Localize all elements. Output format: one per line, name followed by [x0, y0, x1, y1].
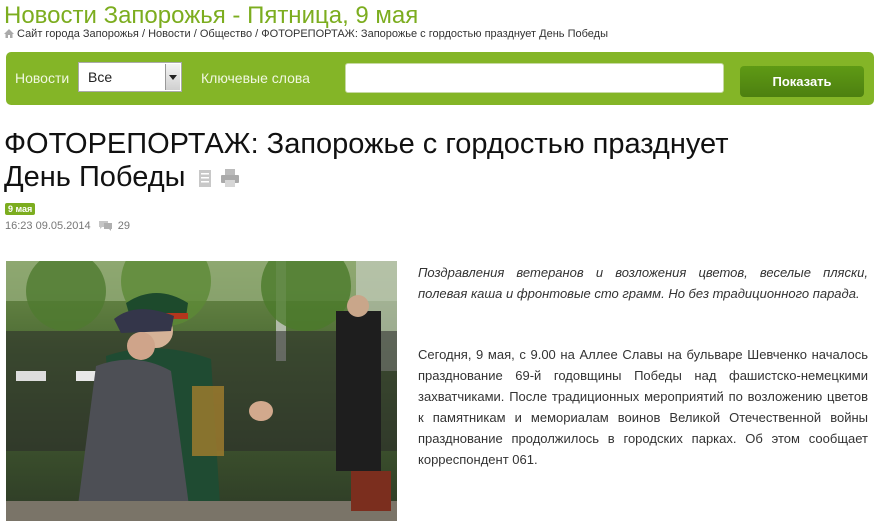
article-meta: 16:23 09.05.2014 29: [5, 220, 130, 232]
home-icon[interactable]: [4, 29, 14, 38]
comment-icon[interactable]: [98, 220, 113, 231]
article-title: ФОТОРЕПОРТАЖ: Запорожье с гордостью праз…: [4, 128, 729, 195]
publish-time: 16:23: [5, 220, 33, 232]
breadcrumb-item-society[interactable]: Общество: [200, 28, 252, 40]
breadcrumb-item-home[interactable]: Сайт города Запорожья: [17, 28, 139, 40]
comment-count[interactable]: 29: [118, 220, 130, 232]
article-body: Сегодня, 9 мая, с 9.00 на Аллее Славы на…: [418, 347, 868, 467]
keywords-label: Ключевые слова: [201, 70, 310, 86]
news-filter-bar: Новости Все Ключевые слова Показать: [6, 52, 874, 105]
category-select-value: Все: [88, 69, 113, 85]
chevron-down-icon[interactable]: [165, 64, 180, 90]
category-select[interactable]: Все: [78, 62, 182, 92]
breadcrumb: Сайт города Запорожья / Новости / Общест…: [4, 28, 608, 40]
news-filter-label: Новости: [15, 70, 70, 86]
date-badge[interactable]: 9 мая: [5, 203, 36, 215]
keywords-input[interactable]: [345, 63, 724, 93]
show-button[interactable]: Показать: [740, 66, 864, 97]
article-lead: Поздравления ветеранов и возложения цвет…: [418, 265, 868, 301]
article-photo: [6, 261, 397, 521]
breadcrumb-item-current: ФОТОРЕПОРТАЖ: Запорожье с гордостью праз…: [261, 28, 608, 40]
print-icon[interactable]: [220, 168, 240, 187]
document-icon[interactable]: [198, 169, 212, 187]
article-tools: [198, 162, 240, 195]
publish-date: 09.05.2014: [35, 220, 91, 232]
breadcrumb-item-news[interactable]: Новости: [148, 28, 191, 40]
page-title: Новости Запорожья - Пятница, 9 мая: [4, 2, 419, 29]
